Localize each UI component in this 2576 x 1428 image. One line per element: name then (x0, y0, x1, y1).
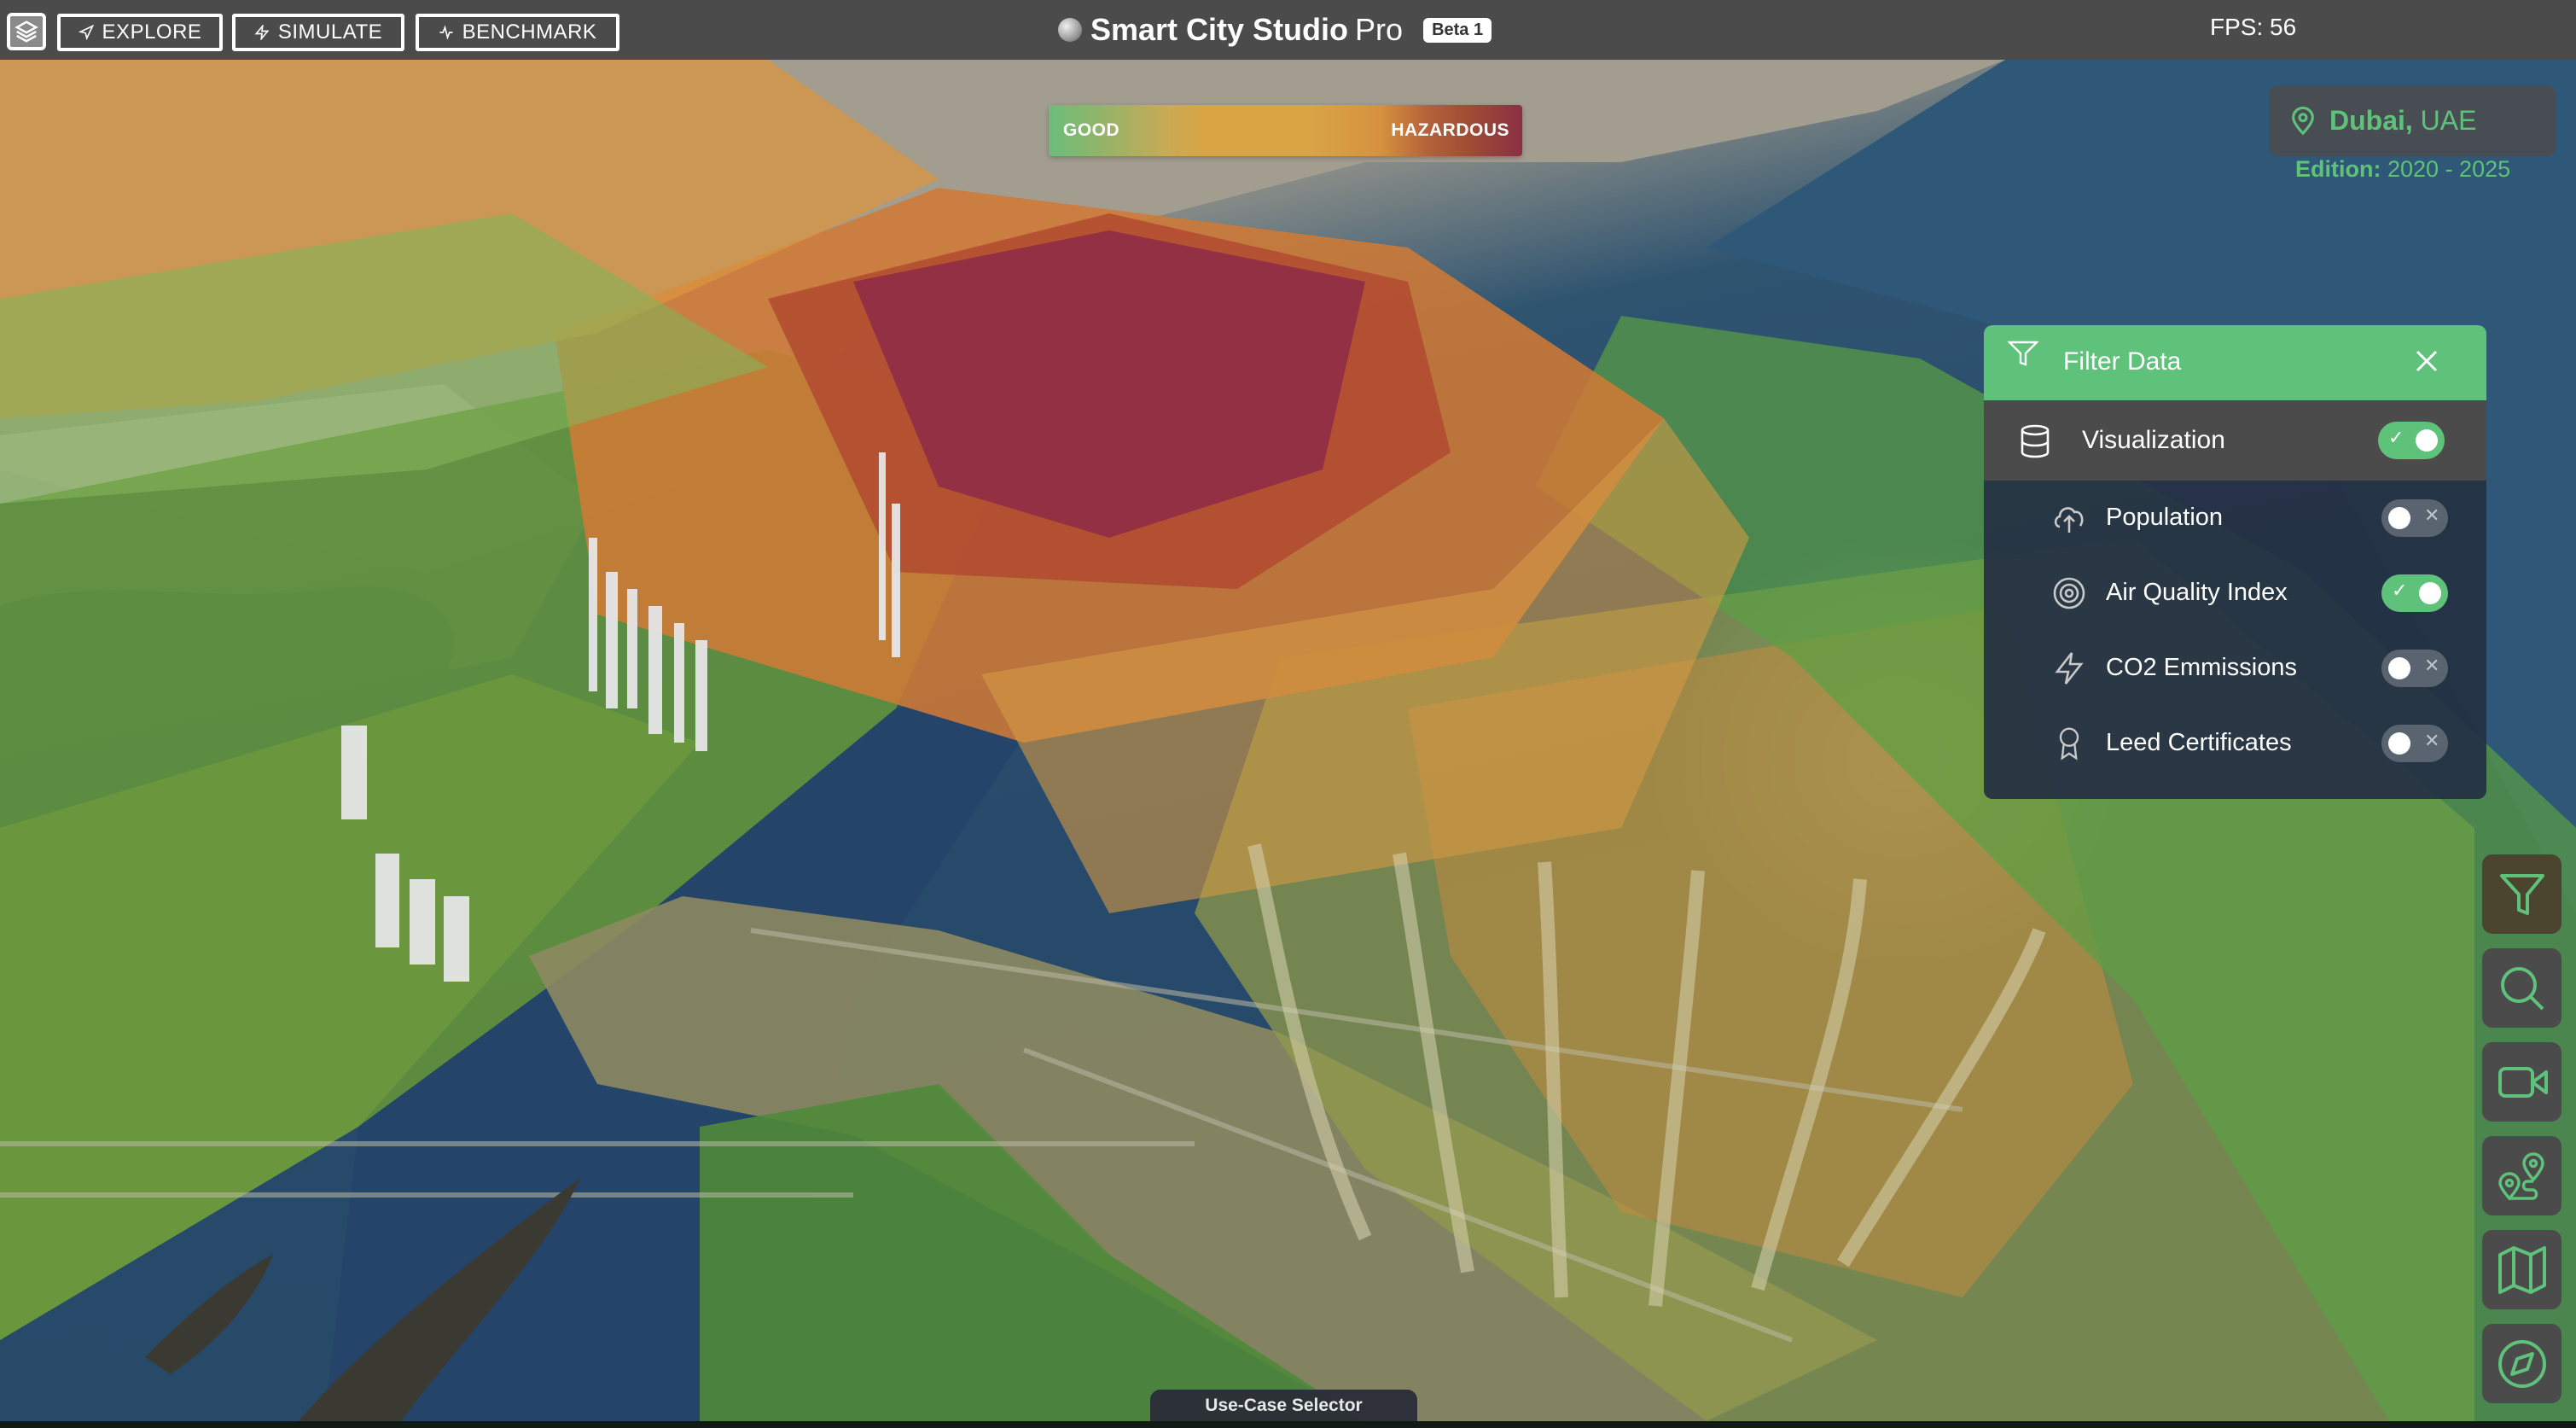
simulate-label: SIMULATE (277, 20, 383, 44)
map-tool-button[interactable] (2482, 1230, 2561, 1309)
leed-certificates-toggle[interactable]: ✕ (2381, 725, 2448, 762)
aqi-color-legend: GOOD HAZARDOUS (1049, 105, 1522, 156)
legend-good-label: GOOD (1063, 120, 1120, 140)
legend-hazardous-label: HAZARDOUS (1391, 120, 1509, 140)
toggle-knob (2419, 582, 2441, 604)
population-label: Population (2106, 504, 2224, 531)
filter-panel-title: Filter Data (2063, 347, 2182, 376)
close-icon[interactable] (2413, 347, 2440, 375)
visualization-toggle[interactable]: ✓ (2378, 422, 2445, 459)
edition-label: Edition: (2295, 156, 2381, 182)
target-icon (2053, 577, 2085, 609)
layers-menu-button[interactable] (7, 13, 46, 50)
compass-icon (2497, 1339, 2546, 1388)
globe-logo-icon (1058, 18, 1082, 42)
island (145, 1255, 273, 1374)
app-title-edition: Pro (1355, 12, 1404, 47)
layer-row-population: Population ✕ (1984, 481, 2486, 556)
location-name: Dubai, UAE (2329, 105, 2476, 137)
toggle-knob (2388, 507, 2410, 529)
camera-tool-button[interactable] (2482, 1042, 2561, 1122)
database-icon (2021, 424, 2050, 458)
air-quality-index-toggle[interactable]: ✓ (2381, 574, 2448, 612)
layers-icon (15, 20, 38, 43)
app-title: Smart City Studio Pro Beta 1 (1058, 9, 1492, 51)
leed-certificates-label: Leed Certificates (2106, 729, 2292, 756)
check-icon: ✓ (2392, 580, 2408, 602)
lightning-icon (254, 25, 270, 40)
country-name: UAE (2420, 105, 2477, 136)
top-bar: EXPLORE SIMULATE BENCHMARK Smart City St… (0, 0, 2576, 60)
layer-row-co2-emissions: CO2 Emmissions ✕ (1984, 631, 2486, 706)
benchmark-label: BENCHMARK (462, 20, 597, 44)
x-icon: ✕ (2424, 731, 2440, 752)
fps-counter: FPS: 56 (2210, 14, 2297, 40)
population-toggle[interactable]: ✕ (2381, 499, 2448, 537)
explore-label: EXPLORE (102, 20, 202, 44)
beta-badge: Beta 1 (1423, 17, 1492, 43)
route-tool-button[interactable] (2482, 1136, 2561, 1215)
city-name: Dubai, (2329, 105, 2413, 136)
app-title-main: Smart City Studio (1090, 12, 1349, 47)
benchmark-button[interactable]: BENCHMARK (416, 14, 619, 51)
co2-emissions-toggle[interactable]: ✕ (2381, 650, 2448, 687)
bottom-strip (0, 1421, 2576, 1428)
layer-row-leed-certificates: Leed Certificates ✕ (1984, 706, 2486, 781)
map-pin-icon (2292, 106, 2314, 135)
navigation-arrow-icon (78, 25, 94, 40)
explore-button[interactable]: EXPLORE (57, 14, 223, 51)
activity-icon (439, 25, 453, 40)
award-icon (2059, 727, 2079, 761)
video-camera-icon (2497, 1066, 2548, 1098)
filter-data-panel: Filter Data Visualization ✓ Population ✕ (1984, 325, 2486, 799)
lightning-icon (2055, 652, 2084, 685)
visualization-label: Visualization (2082, 426, 2225, 454)
toggle-knob (2388, 732, 2410, 755)
x-icon: ✕ (2424, 505, 2440, 527)
toggle-knob (2388, 657, 2410, 679)
compass-tool-button[interactable] (2482, 1324, 2561, 1403)
route-icon (2497, 1151, 2544, 1201)
visualization-row: Visualization ✓ (1984, 400, 2486, 481)
edition-range: Edition: 2020 - 2025 (2295, 156, 2510, 183)
location-card[interactable]: Dubai, UAE (2269, 85, 2556, 156)
filter-icon (2499, 873, 2544, 915)
toggle-knob (2416, 429, 2438, 452)
x-icon: ✕ (2424, 656, 2440, 677)
use-case-selector-tab[interactable]: Use-Case Selector (1150, 1390, 1417, 1421)
edition-value: 2020 - 2025 (2387, 156, 2511, 182)
filter-icon (2008, 341, 2038, 366)
cloud-upload-icon (2054, 507, 2084, 533)
layer-row-air-quality-index: Air Quality Index ✓ (1984, 556, 2486, 631)
filter-panel-header: Filter Data (1984, 325, 2486, 400)
filter-tool-button[interactable] (2482, 854, 2561, 934)
search-tool-button[interactable] (2482, 948, 2561, 1028)
search-icon (2500, 966, 2544, 1010)
simulate-button[interactable]: SIMULATE (232, 14, 404, 51)
map-icon (2497, 1245, 2546, 1294)
check-icon: ✓ (2388, 428, 2404, 449)
air-quality-index-label: Air Quality Index (2106, 579, 2288, 606)
co2-emissions-label: CO2 Emmissions (2106, 654, 2297, 681)
